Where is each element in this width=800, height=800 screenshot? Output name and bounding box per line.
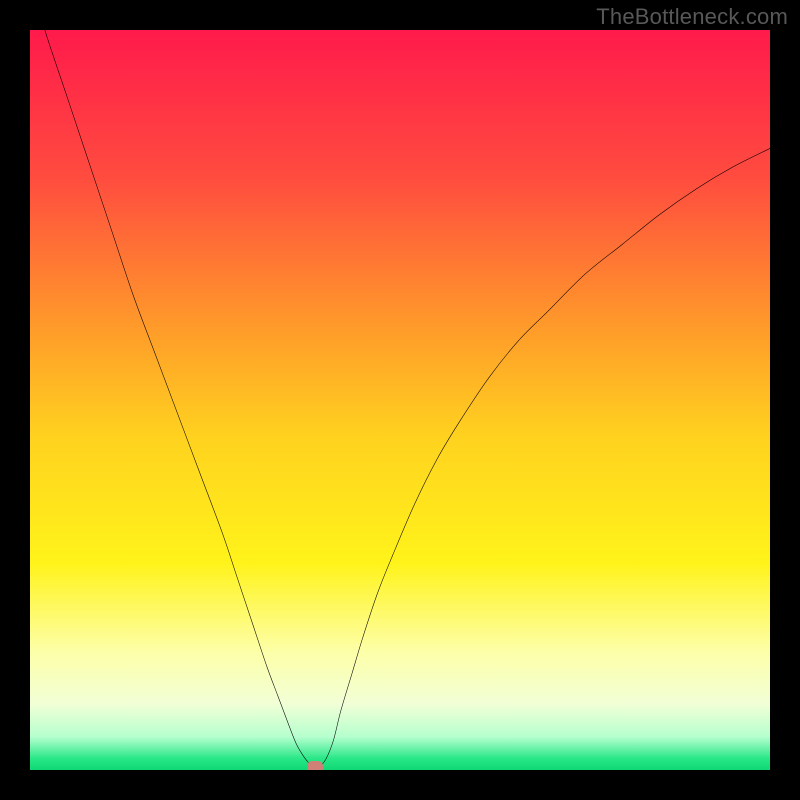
bottleneck-curve [30,30,770,769]
chart-frame: TheBottleneck.com [0,0,800,800]
minimum-marker [307,761,323,770]
plot-area [30,30,770,770]
watermark-text: TheBottleneck.com [596,4,788,30]
curve-layer [30,30,770,770]
